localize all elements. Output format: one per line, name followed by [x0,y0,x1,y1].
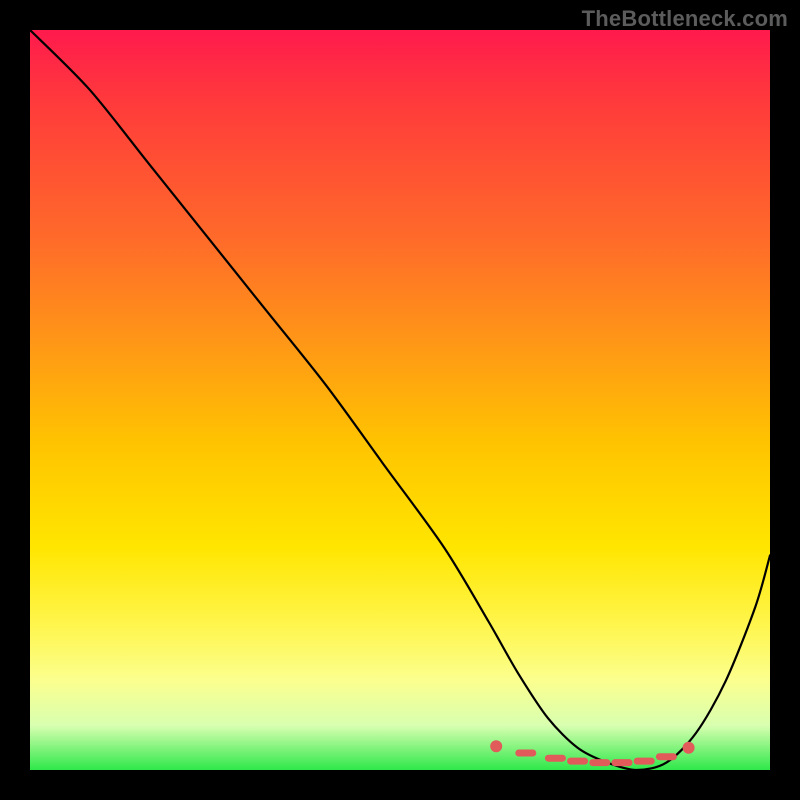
valley-dot [490,740,502,752]
chart-container: TheBottleneck.com [0,0,800,800]
curve-layer [30,30,770,770]
watermark-text: TheBottleneck.com [582,6,788,32]
valley-dot [683,742,695,754]
plot-area [30,30,770,770]
valley-markers [490,740,694,762]
bottleneck-curve [30,30,770,770]
